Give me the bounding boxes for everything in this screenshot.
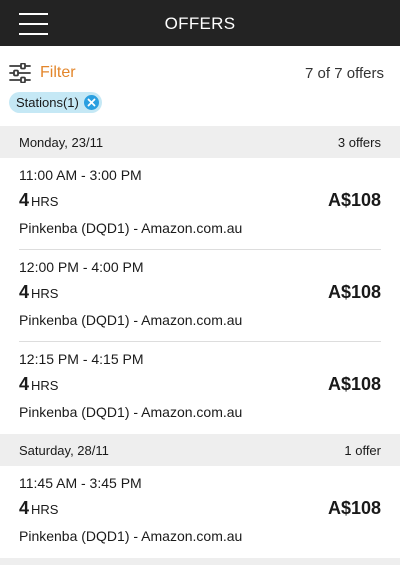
offer-price: A$108: [327, 374, 381, 394]
offers-list: Monday, 23/11 3 offers 11:00 AM - 3:00 P…: [0, 126, 400, 565]
offer-card[interactable]: 12:15 PM - 4:15 PM 4 HRS A$108 Pinkenba (…: [0, 342, 400, 434]
day-offer-count: 3 offers: [337, 135, 381, 150]
day-date: Saturday, 28/11: [19, 443, 109, 458]
filter-button[interactable]: Filter: [9, 60, 76, 86]
day-header: Saturday, 28/11 1 offer: [0, 434, 400, 466]
offer-station: Pinkenba (DQD1) - Amazon.com.au: [19, 220, 243, 236]
list-footer-divider: [0, 558, 400, 565]
offer-duration: 4 HRS: [19, 374, 59, 394]
offer-time: 11:45 AM - 3:45 PM: [19, 475, 142, 491]
filter-row: Filter 7 of 7 offers: [0, 60, 400, 86]
offer-station: Pinkenba (DQD1) - Amazon.com.au: [19, 312, 243, 328]
offer-count: 7 of 7 offers: [305, 65, 384, 82]
offer-station: Pinkenba (DQD1) - Amazon.com.au: [19, 528, 243, 544]
chip-label: Stations(1): [16, 95, 79, 110]
offer-duration: 4 HRS: [19, 282, 59, 302]
offer-duration: 4 HRS: [19, 190, 59, 210]
day-date: Monday, 23/11: [19, 135, 104, 150]
offer-time: 12:15 PM - 4:15 PM: [19, 351, 144, 367]
offer-duration: 4 HRS: [19, 498, 59, 518]
offer-price: A$108: [327, 190, 381, 210]
page-title: OFFERS: [164, 14, 236, 33]
offer-price: A$108: [327, 282, 381, 302]
filter-label: Filter: [40, 64, 76, 81]
offer-time: 12:00 PM - 4:00 PM: [19, 259, 144, 275]
day-header: Monday, 23/11 3 offers: [0, 126, 400, 158]
offer-card[interactable]: 11:00 AM - 3:00 PM 4 HRS A$108 Pinkenba (…: [0, 158, 400, 250]
offer-card[interactable]: 11:45 AM - 3:45 PM 4 HRS A$108 Pinkenba (…: [0, 466, 400, 558]
close-circle-icon[interactable]: [83, 95, 99, 110]
offer-price: A$108: [327, 498, 381, 518]
sliders-icon: [9, 63, 31, 83]
day-offer-count: 1 offer: [344, 443, 381, 458]
stations-filter-chip[interactable]: Stations(1): [9, 92, 102, 113]
offer-card[interactable]: 12:00 PM - 4:00 PM 4 HRS A$108 Pinkenba (…: [0, 250, 400, 342]
offer-time: 11:00 AM - 3:00 PM: [19, 167, 142, 183]
top-app-bar: OFFERS: [0, 0, 400, 46]
offer-station: Pinkenba (DQD1) - Amazon.com.au: [19, 404, 243, 420]
